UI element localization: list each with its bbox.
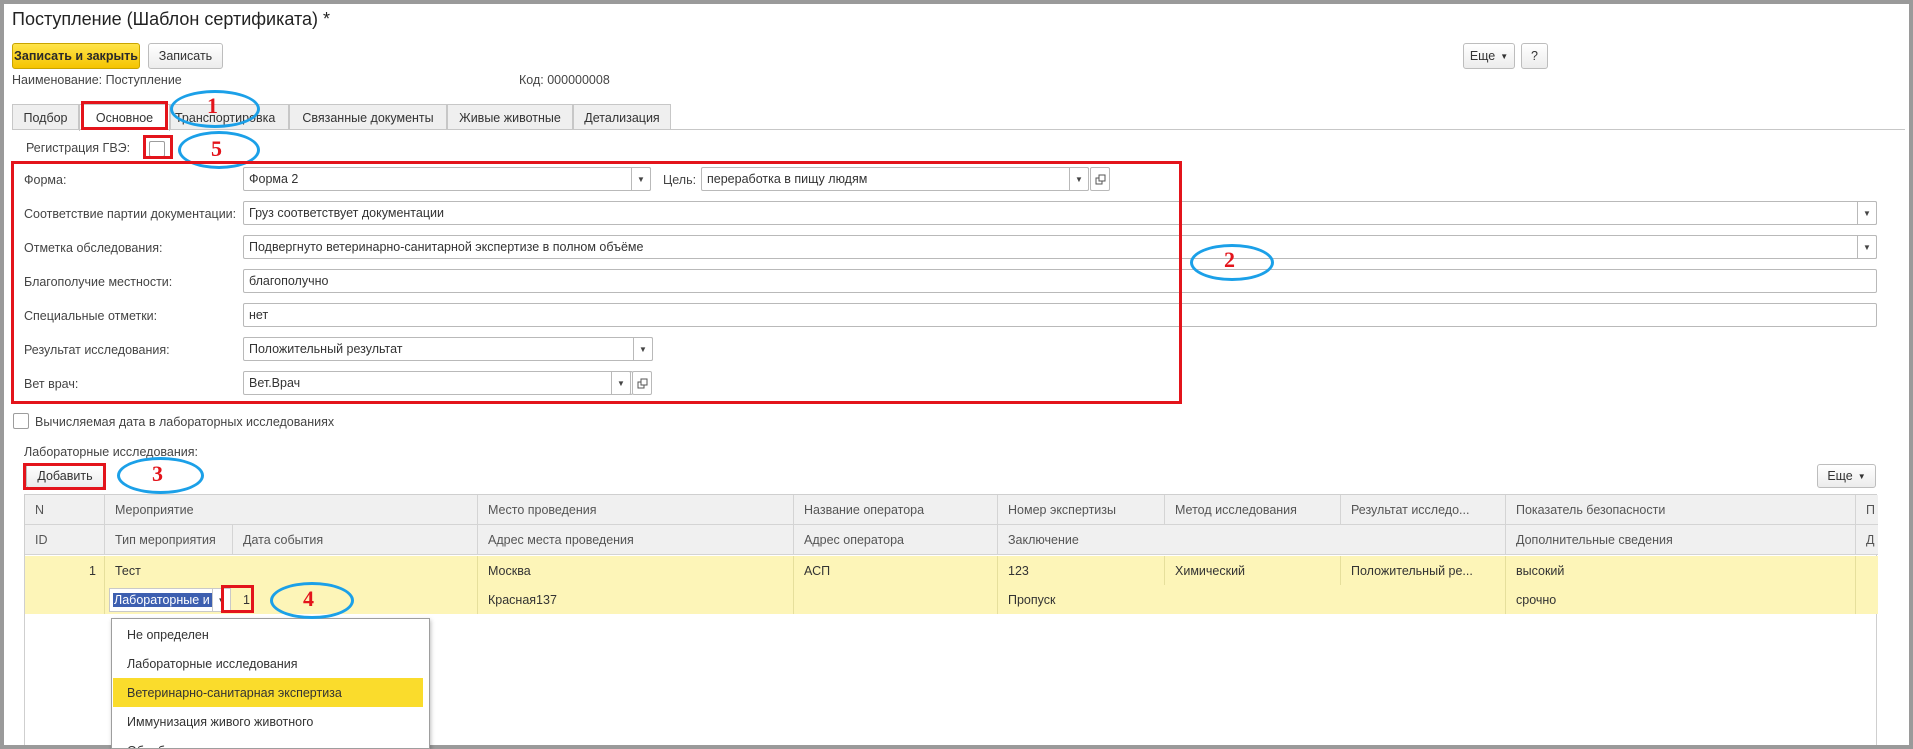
save-button[interactable]: Записать (148, 43, 223, 69)
cell-id (25, 585, 105, 614)
cell-event: Тест (105, 556, 478, 585)
col-header[interactable]: Показатель безопасности (1506, 495, 1856, 525)
col-header[interactable]: Адрес оператора (794, 525, 998, 555)
dropdown-item[interactable]: Обработка (113, 736, 423, 749)
cell-result: Положительный ре... (1341, 556, 1506, 585)
annotation-box-1 (81, 101, 168, 130)
code-field: Код: 000000008 (519, 73, 610, 87)
cell-operator: АСП (794, 556, 998, 585)
cell-place: Москва (478, 556, 794, 585)
col-header[interactable]: Номер экспертизы (998, 495, 1165, 525)
col-header[interactable]: Дополнительные сведения (1506, 525, 1856, 555)
col-header[interactable]: Тип мероприятия (105, 525, 233, 555)
tab-podbor[interactable]: Подбор (12, 104, 79, 130)
cell-method: Химический (1165, 556, 1341, 585)
dropdown-item[interactable]: Не определен (113, 620, 423, 649)
tab-details[interactable]: Детализация (573, 104, 671, 130)
annotation-number-1: 1 (207, 93, 218, 118)
col-header[interactable]: П (1856, 495, 1878, 525)
name-label: Наименование: (12, 73, 103, 87)
col-header[interactable]: N (25, 495, 105, 525)
more-button[interactable]: Еще ▼ (1463, 43, 1515, 69)
tab-related-documents[interactable]: Связанные документы (289, 104, 447, 130)
code-value: 000000008 (547, 73, 610, 87)
name-value: Поступление (105, 73, 182, 87)
help-button[interactable]: ? (1521, 43, 1548, 69)
gve-label: Регистрация ГВЭ: (26, 141, 131, 155)
code-label: Код: (519, 73, 544, 87)
computed-date-label: Вычисляемая дата в лабораторных исследов… (35, 415, 335, 429)
col-header[interactable]: Дата события (233, 525, 478, 555)
annotation-box-5 (143, 135, 173, 159)
window-title: Поступление (Шаблон сертификата) * (12, 9, 331, 29)
event-type-editor[interactable]: Лабораторные и ▼ (109, 588, 231, 612)
cell-expertise-number: 123 (998, 556, 1165, 585)
col-header[interactable]: Д (1856, 525, 1878, 555)
col-header[interactable]: Заключение (998, 525, 1506, 555)
save-and-close-button[interactable]: Записать и закрыть (12, 43, 140, 69)
lab-more-button[interactable]: Еще ▼ (1817, 464, 1876, 488)
col-header[interactable]: Результат исследо... (1341, 495, 1506, 525)
chevron-down-icon: ▼ (1500, 51, 1509, 61)
dropdown-item[interactable]: Иммунизация живого животного (113, 707, 423, 736)
tab-divider (12, 129, 1905, 130)
lab-more-label: Еще (1827, 469, 1853, 483)
annotation-number-3: 3 (152, 461, 163, 486)
chevron-down-icon[interactable]: ▼ (1857, 235, 1877, 259)
tab-live-animals[interactable]: Живые животные (447, 104, 573, 130)
col-header[interactable]: Мероприятие (105, 495, 478, 525)
col-header[interactable]: Название оператора (794, 495, 998, 525)
dropdown-item-highlighted[interactable]: Ветеринарно-санитарная экспертиза (113, 678, 423, 707)
chevron-down-icon: ▼ (1857, 471, 1866, 481)
cell-n: 1 (25, 556, 105, 585)
annotation-number-4: 4 (303, 586, 314, 611)
name-field: Наименование: Поступление (12, 73, 182, 87)
chevron-down-icon[interactable]: ▼ (1857, 201, 1877, 225)
cell-additional-info: срочно (1506, 585, 1856, 614)
cell-operator-address (794, 585, 998, 614)
annotation-box-4 (221, 585, 254, 613)
dropdown-item[interactable]: Лабораторные исследования (113, 649, 423, 678)
annotation-number-5: 5 (211, 136, 222, 161)
cell-place-address: Красная137 (478, 585, 794, 614)
event-type-dropdown: Не определен Лабораторные исследования В… (111, 618, 430, 749)
cell-safety: высокий (1506, 556, 1856, 585)
col-header[interactable]: Адрес места проведения (478, 525, 794, 555)
computed-date-checkbox[interactable] (13, 413, 29, 429)
col-header[interactable]: Метод исследования (1165, 495, 1341, 525)
more-label: Еще (1469, 49, 1496, 63)
annotation-number-2: 2 (1224, 247, 1235, 272)
col-header[interactable]: ID (25, 525, 105, 555)
annotation-box-2 (11, 161, 1182, 404)
event-type-value[interactable]: Лабораторные и (113, 593, 212, 607)
col-header[interactable]: Место проведения (478, 495, 794, 525)
annotation-box-3 (23, 463, 106, 490)
cell-conclusion: Пропуск (998, 585, 1506, 614)
